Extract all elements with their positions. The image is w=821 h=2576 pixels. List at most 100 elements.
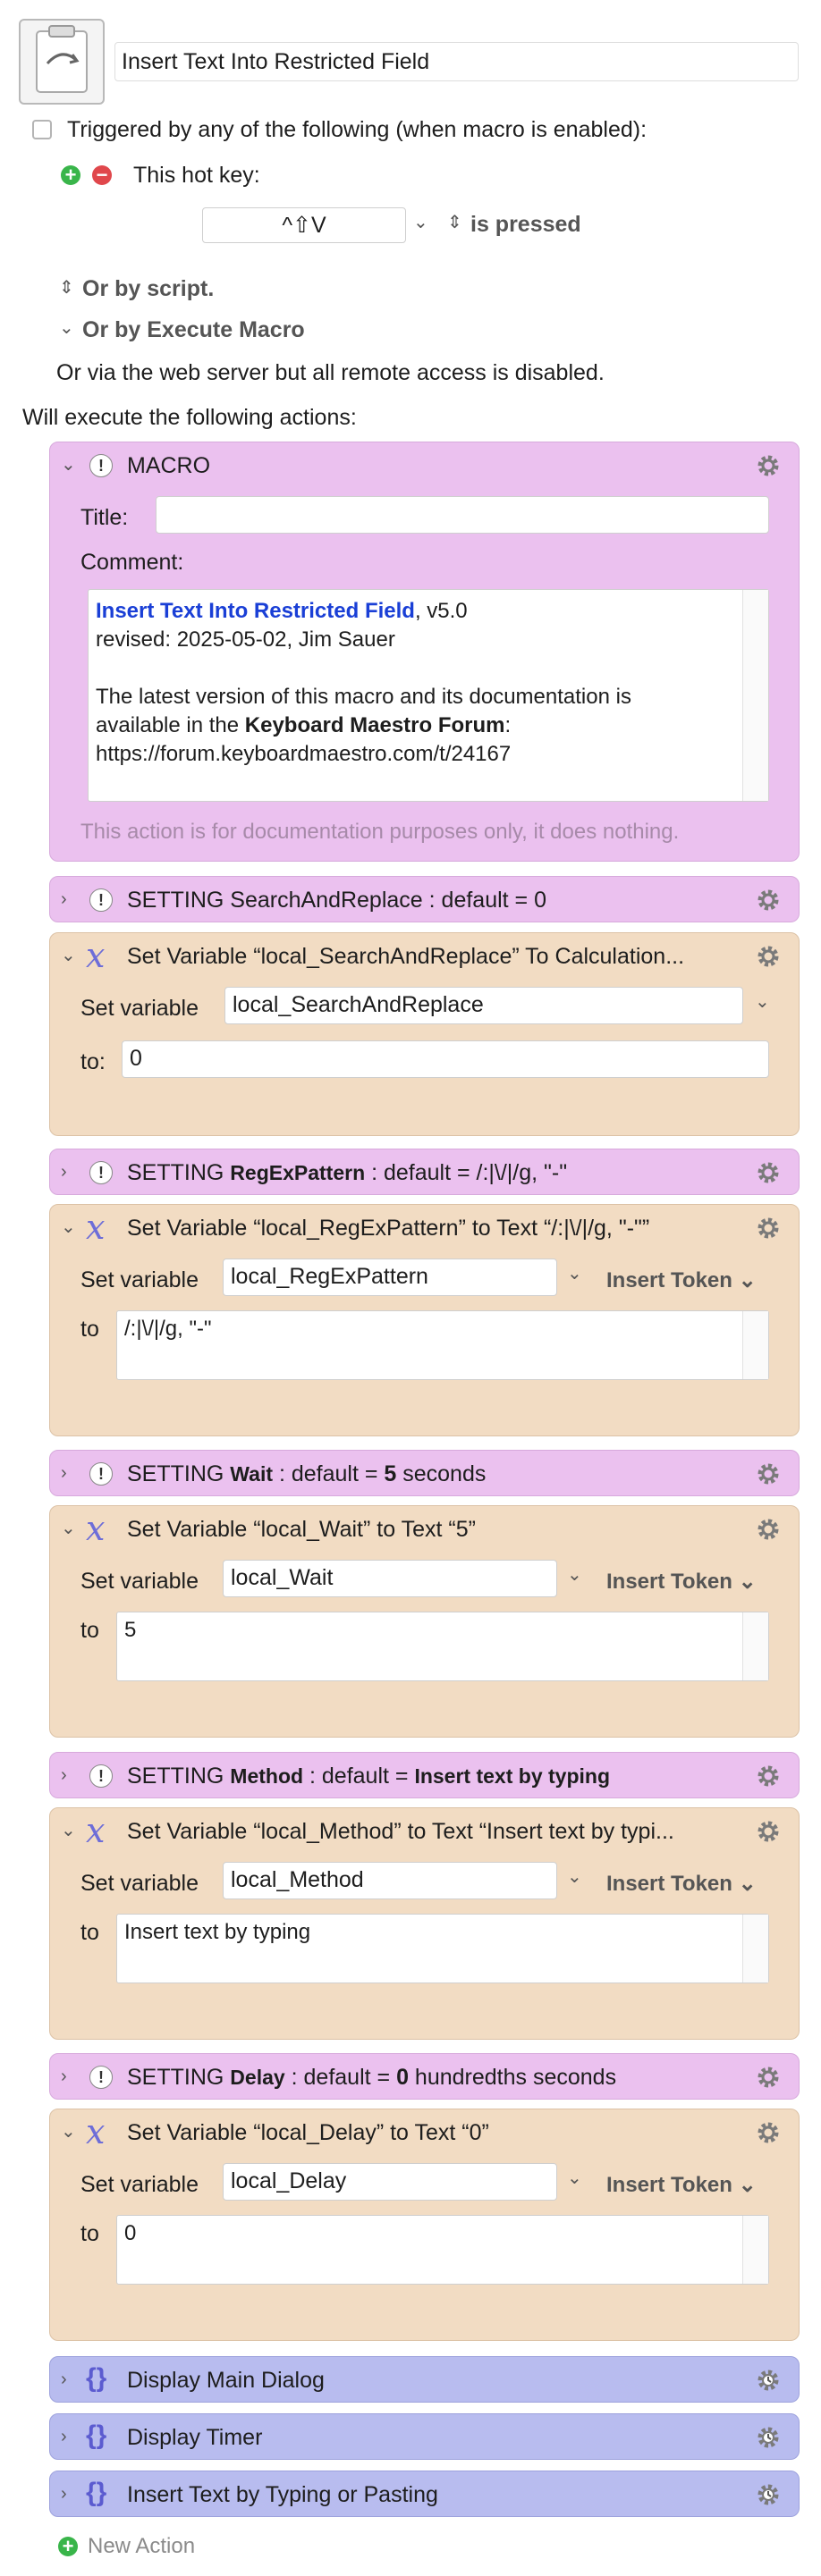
insert-token-menu[interactable]: Insert Token ⌄ [606, 1569, 757, 1595]
macro-comment-action[interactable]: ⌄ ! MACRO Title: Comment: Insert Text In… [49, 442, 800, 862]
group-insert-text[interactable]: › {} Insert Text by Typing or Pasting [49, 2471, 800, 2517]
new-action-button[interactable]: New Action [88, 2534, 195, 2559]
set-variable-label: Set variable [80, 1569, 199, 1594]
or-execute-chevron-icon[interactable]: ⌄ [59, 316, 74, 339]
setting-wait-action[interactable]: › ! SETTING Wait : default = 5 seconds [49, 1450, 800, 1496]
collapse-chevron-icon[interactable]: ⌄ [61, 456, 79, 474]
group-display-timer[interactable]: › {} Display Timer [49, 2413, 800, 2460]
expand-chevron-icon[interactable]: › [61, 2485, 79, 2503]
text-scrollbar[interactable] [742, 1612, 768, 1680]
variable-name-field[interactable]: local_SearchAndReplace [224, 987, 743, 1024]
text-field[interactable]: 5 [116, 1612, 769, 1681]
collapse-chevron-icon[interactable]: ⌄ [61, 2123, 79, 2141]
variable-name-field[interactable]: local_Wait [223, 1560, 557, 1597]
variable-chevron-icon[interactable]: ⌄ [755, 990, 770, 1013]
group-braces-icon: {} [86, 2363, 107, 2393]
variable-icon: x [86, 1811, 106, 1850]
set-variable-searchandreplace-action[interactable]: ⌄ x Set Variable “local_SearchAndReplace… [49, 932, 800, 1136]
set-variable-label: Set variable [80, 1871, 199, 1896]
to-label: to [80, 1618, 99, 1643]
gear-icon[interactable] [754, 2118, 783, 2147]
expand-chevron-icon[interactable]: › [61, 2067, 79, 2085]
set-variable-method-action[interactable]: ⌄ x Set Variable “local_Method” to Text … [49, 1807, 800, 2040]
gear-icon[interactable] [754, 451, 783, 480]
text-scrollbar[interactable] [742, 1915, 768, 1983]
gear-timer-icon[interactable] [754, 2366, 783, 2395]
calculation-field[interactable]: 0 [122, 1040, 769, 1078]
variable-name-field[interactable]: local_Method [223, 1862, 557, 1899]
gear-icon[interactable] [754, 942, 783, 971]
expand-chevron-icon[interactable]: › [61, 1464, 79, 1482]
gear-icon[interactable] [754, 886, 783, 914]
collapse-chevron-icon[interactable]: ⌄ [61, 1822, 79, 1839]
variable-icon: x [86, 1208, 106, 1247]
comment-field[interactable]: Insert Text Into Restricted Field, v5.0 … [88, 589, 769, 802]
remove-trigger-icon[interactable]: − [92, 165, 112, 185]
gear-icon[interactable] [754, 1762, 783, 1790]
title-field[interactable] [156, 496, 769, 534]
expand-chevron-icon[interactable]: › [61, 1766, 79, 1784]
set-variable-wait-action[interactable]: ⌄ x Set Variable “local_Wait” to Text “5… [49, 1505, 800, 1738]
hotkey-field[interactable]: ^⇧V [202, 207, 406, 243]
hotkey-chevron-icon[interactable]: ⌄ [413, 211, 428, 233]
comment-link[interactable]: Insert Text Into Restricted Field [96, 599, 415, 623]
gear-icon[interactable] [754, 1817, 783, 1846]
text-field[interactable]: Insert text by typing [116, 1914, 769, 1983]
macro-name-field[interactable]: Insert Text Into Restricted Field [114, 42, 799, 81]
add-trigger-icon[interactable]: + [61, 165, 80, 185]
insert-token-menu[interactable]: Insert Token ⌄ [606, 1871, 757, 1897]
group-display-main-dialog[interactable]: › {} Display Main Dialog [49, 2356, 800, 2403]
action-title: SETTING Delay : default = 0 hundredths s… [127, 2065, 617, 2090]
comment-revised: revised: 2025-05-02, Jim Sauer [96, 627, 395, 652]
expand-chevron-icon[interactable]: › [61, 1163, 79, 1181]
gear-timer-icon[interactable] [754, 2480, 783, 2509]
action-title: Set Variable “local_Method” to Text “Ins… [127, 1819, 674, 1844]
hotkey-state-select[interactable]: is pressed [470, 212, 581, 238]
comment-icon: ! [89, 2066, 113, 2089]
text-scrollbar[interactable] [742, 1311, 768, 1379]
expand-chevron-icon[interactable]: › [61, 2428, 79, 2446]
or-script-label[interactable]: Or by script. [82, 276, 214, 302]
gear-icon[interactable] [754, 1214, 783, 1242]
insert-token-menu[interactable]: Insert Token ⌄ [606, 2172, 757, 2198]
hotkey-state-stepper-icon[interactable]: ⇕ [447, 211, 462, 233]
comment-latest-suffix: : [504, 713, 512, 737]
setting-regexpattern-action[interactable]: › ! SETTING RegExPattern : default = /:|… [49, 1149, 800, 1195]
expand-chevron-icon[interactable]: › [61, 2370, 79, 2388]
actions-header: Will execute the following actions: [22, 405, 357, 430]
variable-chevron-icon[interactable]: ⌄ [567, 1563, 582, 1586]
gear-icon[interactable] [754, 1515, 783, 1544]
variable-name-field[interactable]: local_Delay [223, 2163, 557, 2201]
set-variable-regexpattern-action[interactable]: ⌄ x Set Variable “local_RegExPattern” to… [49, 1204, 800, 1436]
gear-icon[interactable] [754, 1158, 783, 1187]
variable-chevron-icon[interactable]: ⌄ [567, 2167, 582, 2189]
text-scrollbar[interactable] [742, 2216, 768, 2284]
collapse-chevron-icon[interactable]: ⌄ [61, 1218, 79, 1236]
gear-icon[interactable] [754, 2063, 783, 2092]
set-variable-delay-action[interactable]: ⌄ x Set Variable “local_Delay” to Text “… [49, 2109, 800, 2341]
new-action-icon[interactable]: + [58, 2537, 78, 2556]
comment-icon: ! [89, 1462, 113, 1486]
setting-searchandreplace-action[interactable]: › ! SETTING SearchAndReplace : default =… [49, 876, 800, 922]
comment-scrollbar[interactable] [742, 590, 768, 801]
variable-name-field[interactable]: local_RegExPattern [223, 1259, 557, 1296]
text-field[interactable]: /:|\/|/g, "-" [116, 1310, 769, 1380]
insert-token-menu[interactable]: Insert Token ⌄ [606, 1267, 757, 1293]
collapse-chevron-icon[interactable]: ⌄ [61, 947, 79, 964]
expand-chevron-icon[interactable]: › [61, 890, 79, 908]
action-title: Insert Text by Typing or Pasting [127, 2482, 438, 2507]
variable-chevron-icon[interactable]: ⌄ [567, 1262, 582, 1284]
gear-icon[interactable] [754, 1460, 783, 1488]
macro-icon[interactable] [19, 19, 105, 105]
or-script-stepper-icon[interactable]: ⇕ [59, 276, 74, 299]
text-field[interactable]: 0 [116, 2215, 769, 2285]
or-execute-label[interactable]: Or by Execute Macro [82, 317, 305, 343]
triggered-checkbox[interactable] [32, 120, 52, 139]
to-label: to [80, 1920, 99, 1945]
gear-timer-icon[interactable] [754, 2423, 783, 2452]
collapse-chevron-icon[interactable]: ⌄ [61, 1520, 79, 1537]
setting-delay-action[interactable]: › ! SETTING Delay : default = 0 hundredt… [49, 2053, 800, 2100]
variable-chevron-icon[interactable]: ⌄ [567, 1865, 582, 1888]
setting-method-action[interactable]: › ! SETTING Method : default = Insert te… [49, 1752, 800, 1798]
title-label: Title: [80, 505, 129, 530]
